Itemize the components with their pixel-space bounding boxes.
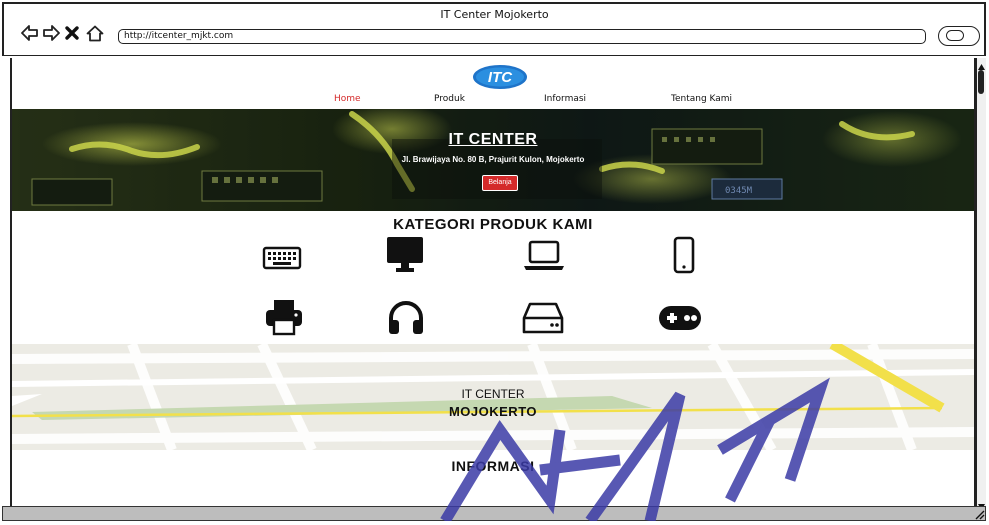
- back-arrow-icon[interactable]: [20, 23, 40, 43]
- monitor-icon[interactable]: [385, 234, 425, 272]
- hero-banner: 0345M IT CENTER Jl. Brawijaya No. 80 B, …: [12, 109, 974, 211]
- status-bar: [2, 506, 986, 521]
- printer-icon[interactable]: [264, 298, 304, 336]
- vertical-scrollbar[interactable]: [976, 58, 986, 510]
- resize-grip-icon[interactable]: [972, 507, 986, 520]
- location-map[interactable]: IT CENTER MOJOKERTO: [12, 344, 974, 450]
- close-icon[interactable]: [62, 23, 82, 43]
- page-viewport: ITC Home Produk Informasi Tentang Kami 0…: [10, 58, 976, 506]
- keyboard-icon[interactable]: [262, 240, 302, 276]
- nav-home[interactable]: Home: [334, 94, 361, 104]
- map-label-line2: MOJOKERTO: [448, 404, 538, 419]
- hero-title: IT CENTER: [448, 131, 538, 148]
- headphones-icon[interactable]: [386, 298, 426, 334]
- window-title: IT Center Mojokerto: [440, 8, 549, 21]
- categories-title: KATEGORI PRODUK KAMI: [393, 216, 593, 233]
- laptop-icon[interactable]: [522, 238, 564, 274]
- forward-arrow-icon[interactable]: [41, 23, 61, 43]
- shop-button[interactable]: Belanja: [482, 175, 518, 191]
- nav-produk[interactable]: Produk: [434, 94, 465, 104]
- hero-address: Jl. Brawijaya No. 80 B, Prajurit Kulon, …: [401, 155, 585, 164]
- url-input[interactable]: http://itcenter_mjkt.com: [118, 29, 926, 44]
- home-icon[interactable]: [85, 23, 105, 43]
- scroll-down-icon[interactable]: [977, 498, 986, 510]
- logo-text: ITC: [488, 69, 513, 86]
- nav-informasi[interactable]: Informasi: [544, 94, 586, 104]
- info-section-title: INFORMASI: [451, 458, 535, 474]
- svg-text:0345M: 0345M: [725, 186, 753, 196]
- search-icon[interactable]: [938, 26, 980, 46]
- gamepad-icon[interactable]: [657, 302, 701, 338]
- scroll-up-icon[interactable]: [977, 58, 986, 70]
- smartphone-icon[interactable]: [672, 236, 712, 274]
- scroll-thumb[interactable]: [978, 70, 984, 94]
- map-label-line1: IT CENTER: [461, 387, 525, 401]
- nav-tentang-kami[interactable]: Tentang Kami: [671, 94, 732, 104]
- logo[interactable]: ITC: [472, 64, 528, 90]
- hard-drive-icon[interactable]: [522, 300, 564, 336]
